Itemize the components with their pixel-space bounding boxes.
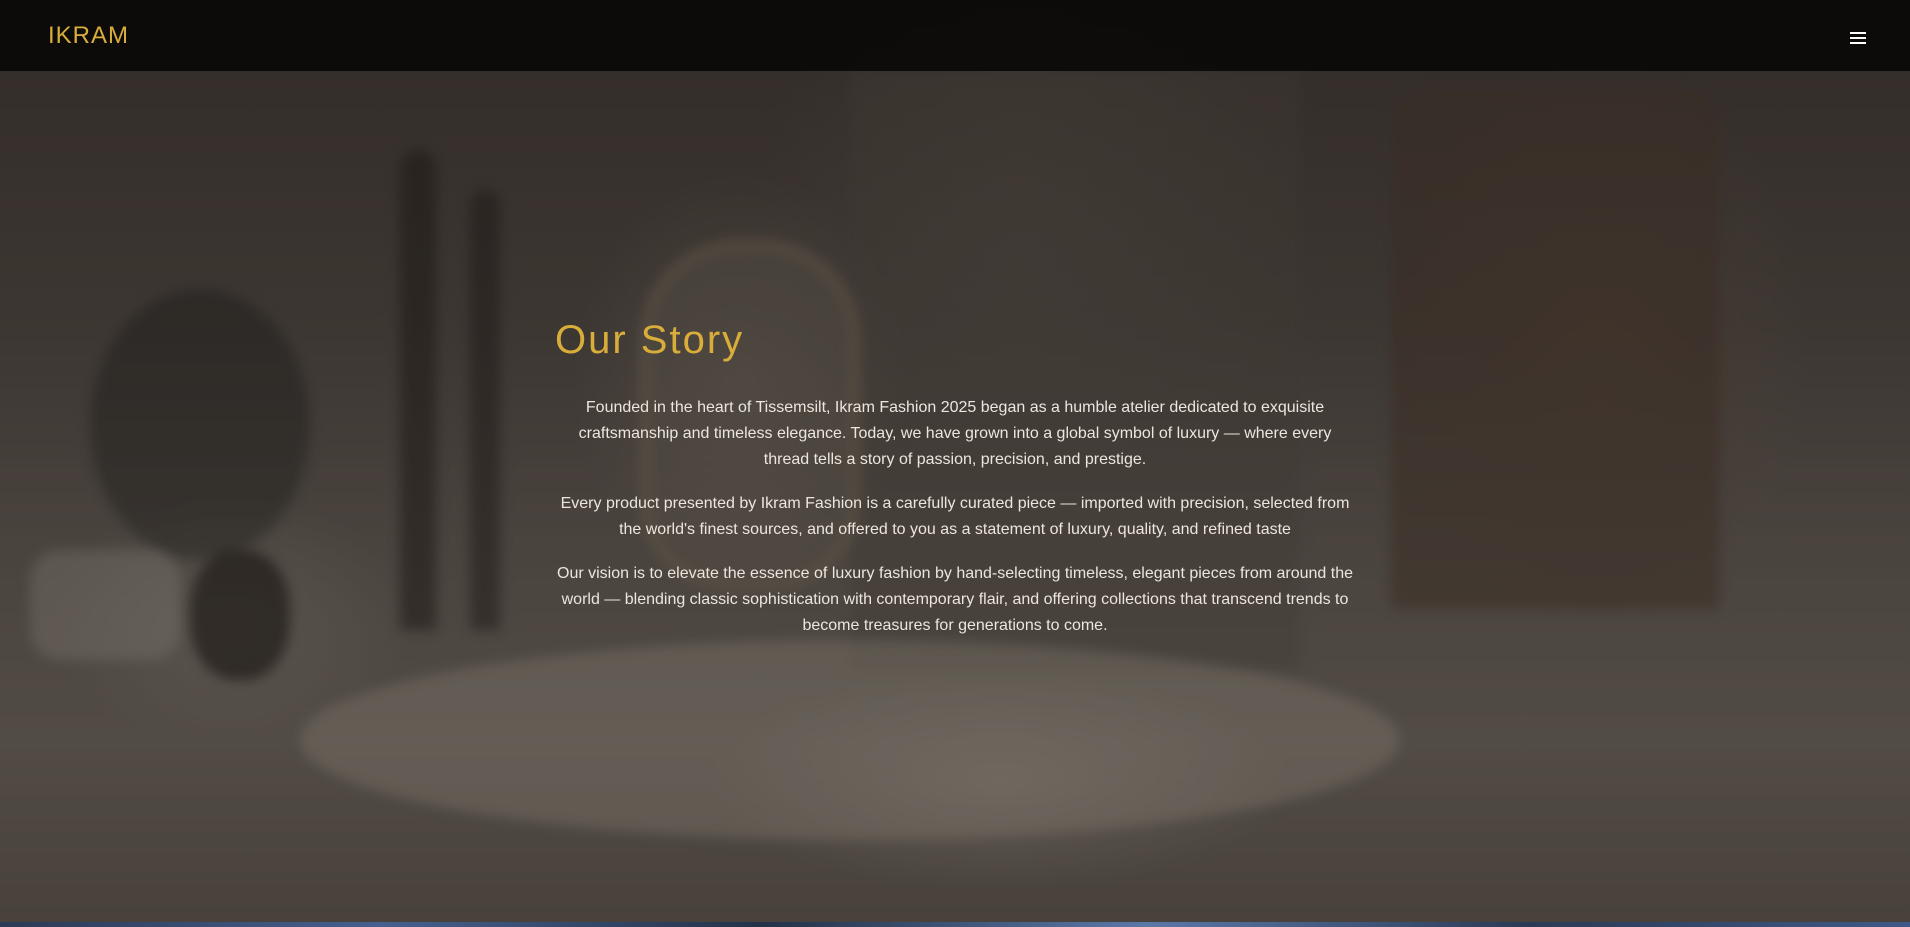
menu-line: [1850, 36, 1866, 39]
story-paragraph-vision: Our vision is to elevate the essence of …: [557, 565, 1353, 634]
menu-line: [1850, 41, 1866, 44]
navbar: IKRAM: [0, 0, 1910, 71]
our-story-section: Our Story Founded in the heart of Tissem…: [555, 318, 1355, 657]
next-section-preview: [0, 922, 1910, 927]
page: IKRAM Our Story Founded in the heart of …: [0, 0, 1910, 927]
brand-logo-link[interactable]: IKRAM: [48, 22, 129, 50]
story-title: Our Story: [555, 318, 745, 362]
story-paragraph-products: Every product presented by Ikram Fashion…: [560, 495, 1350, 538]
story-paragraph-origin: Founded in the heart of Tissemsilt, Ikra…: [578, 399, 1332, 468]
menu-line: [1850, 31, 1866, 34]
hamburger-menu-icon[interactable]: [1850, 27, 1872, 49]
